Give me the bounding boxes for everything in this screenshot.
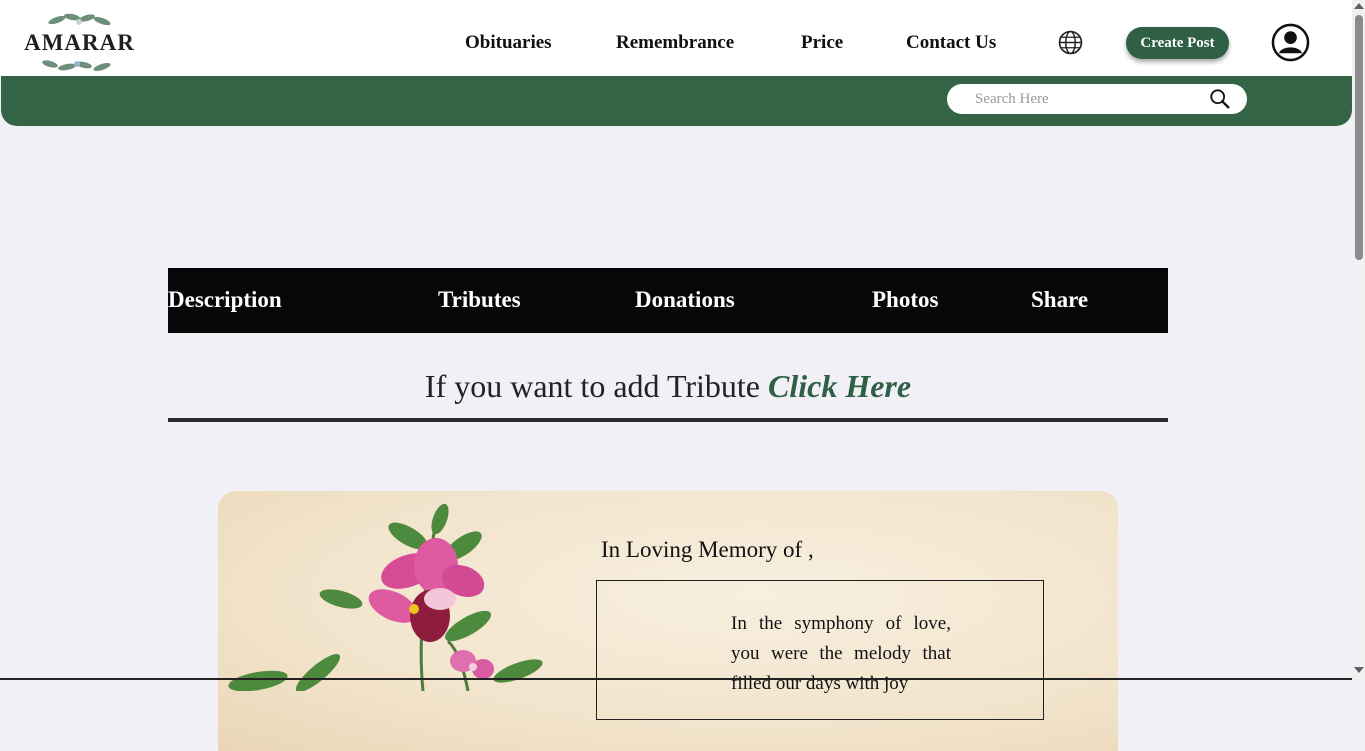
search-icon[interactable] <box>1209 88 1231 110</box>
tab-tributes[interactable]: Tributes <box>438 287 521 313</box>
nav-contact-us[interactable]: Contact Us <box>906 32 996 54</box>
tab-description[interactable]: Description <box>168 287 282 313</box>
logo-text: AMARAR <box>24 30 135 55</box>
tab-donations[interactable]: Donations <box>635 287 735 313</box>
obituary-tabs: Description Tributes Donations Photos Sh… <box>168 268 1168 333</box>
scroll-up-arrow-icon[interactable] <box>1354 3 1364 9</box>
add-tribute-prompt: If you want to add Tribute Click Here <box>168 368 1168 405</box>
poem-frame: In the symphony of love, you were the me… <box>596 580 1044 720</box>
globe-icon[interactable] <box>1058 30 1083 55</box>
section-divider <box>168 418 1168 422</box>
page-scrollbar[interactable] <box>1352 0 1365 680</box>
nav-obituaries[interactable]: Obituaries <box>465 32 552 54</box>
site-logo[interactable]: AMARAR <box>22 12 137 74</box>
search-box <box>947 84 1247 114</box>
site-header: AMARAR Obituaries Remembrance Price Cont… <box>0 0 1352 76</box>
scroll-down-arrow-icon[interactable] <box>1354 667 1364 673</box>
tab-photos[interactable]: Photos <box>872 287 938 313</box>
add-tribute-text: If you want to add Tribute <box>424 368 760 404</box>
nav-remembrance[interactable]: Remembrance <box>616 32 734 54</box>
tab-share[interactable]: Share <box>1031 287 1088 313</box>
search-input[interactable] <box>975 90 1195 108</box>
create-post-button[interactable]: Create Post <box>1126 27 1229 59</box>
scroll-thumb[interactable] <box>1355 15 1363 260</box>
memorial-poem: In the symphony of love, you were the me… <box>731 613 951 694</box>
memorial-card: In Loving Memory of , In the symphony of… <box>218 491 1118 751</box>
add-tribute-link[interactable]: Click Here <box>768 368 911 404</box>
user-avatar-icon[interactable] <box>1271 23 1310 62</box>
nav-price[interactable]: Price <box>801 32 843 54</box>
orchid-flower-illustration <box>228 503 543 691</box>
memorial-heading: In Loving Memory of , <box>601 537 814 562</box>
